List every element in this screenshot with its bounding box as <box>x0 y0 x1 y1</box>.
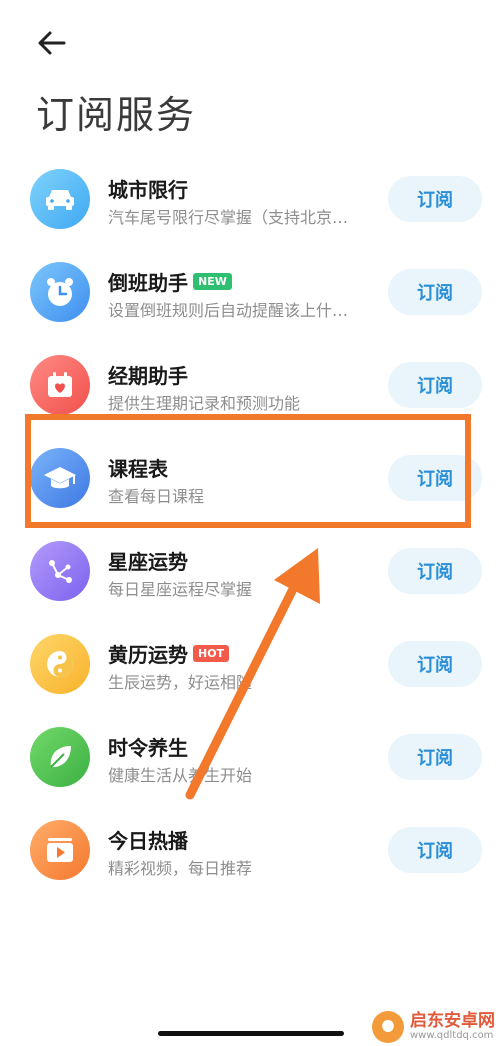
service-name: 课程表 <box>108 457 168 481</box>
service-description: 查看每日课程 <box>108 487 205 506</box>
alarm-clock-icon <box>30 262 90 322</box>
service-name: 时令养生 <box>108 736 188 760</box>
watermark: 启东安卓网 www.qdltdq.com <box>372 1007 500 1046</box>
service-description: 汽车尾号限行尽掌握（支持北京… <box>108 208 349 227</box>
leaf-icon <box>30 727 90 787</box>
back-button[interactable] <box>34 28 70 58</box>
subscribe-button[interactable]: 订阅 <box>388 455 482 501</box>
subscribe-button[interactable]: 订阅 <box>388 641 482 687</box>
service-description: 健康生活从养生开始 <box>108 766 253 785</box>
subscribe-button[interactable]: 订阅 <box>388 734 482 780</box>
service-description: 每日星座运程尽掌握 <box>108 580 253 599</box>
home-indicator[interactable] <box>158 1031 344 1036</box>
car-icon <box>30 169 90 229</box>
watermark-url: www.qdltdq.com <box>410 1030 494 1042</box>
arrow-left-icon <box>38 31 66 55</box>
subscribe-button[interactable]: 订阅 <box>388 548 482 594</box>
constellation-icon <box>30 541 90 601</box>
video-play-icon <box>30 820 90 880</box>
service-item-city-restriction[interactable]: 城市限行 汽车尾号限行尽掌握（支持北京… 订阅 <box>0 152 500 245</box>
service-description: 设置倒班规则后自动提醒该上什… <box>108 301 349 320</box>
watermark-name: 启东安卓网 <box>410 1010 495 1031</box>
watermark-logo-icon <box>372 1010 404 1043</box>
service-description: 生辰运势，好运相随 <box>108 673 253 692</box>
hot-badge: HOT <box>193 645 230 662</box>
service-name: 城市限行 <box>108 178 188 202</box>
service-name: 黄历运势 HOT <box>108 639 230 668</box>
service-item-timetable[interactable]: 课程表 查看每日课程 订阅 <box>0 431 500 524</box>
service-list: 城市限行 汽车尾号限行尽掌握（支持北京… 订阅 倒班助手 NEW 设置倒班规则后… <box>0 152 500 896</box>
service-item-trending-videos[interactable]: 今日热播 精彩视频，每日推荐 订阅 <box>0 803 500 896</box>
service-item-almanac[interactable]: 黄历运势 HOT 生辰运势，好运相随 订阅 <box>0 617 500 710</box>
subscribe-button[interactable]: 订阅 <box>388 176 482 222</box>
service-name: 经期助手 <box>108 364 188 388</box>
service-description: 精彩视频，每日推荐 <box>108 859 253 878</box>
service-description: 提供生理期记录和预测功能 <box>108 394 301 413</box>
yin-yang-icon <box>30 634 90 694</box>
subscribe-button[interactable]: 订阅 <box>388 362 482 408</box>
service-item-horoscope[interactable]: 星座运势 每日星座运程尽掌握 订阅 <box>0 524 500 617</box>
service-name: 星座运势 <box>108 550 188 574</box>
page-title: 订阅服务 <box>36 93 197 137</box>
service-item-seasonal-health[interactable]: 时令养生 健康生活从养生开始 订阅 <box>0 710 500 803</box>
subscribe-button[interactable]: 订阅 <box>388 269 482 315</box>
calendar-heart-icon <box>30 355 90 415</box>
subscribe-button[interactable]: 订阅 <box>388 827 482 873</box>
service-name: 倒班助手 NEW <box>108 267 232 296</box>
service-name: 今日热播 <box>108 829 188 853</box>
service-item-period-assistant[interactable]: 经期助手 提供生理期记录和预测功能 订阅 <box>0 338 500 431</box>
graduation-cap-icon <box>30 448 90 508</box>
new-badge: NEW <box>193 273 232 290</box>
service-item-shift-assistant[interactable]: 倒班助手 NEW 设置倒班规则后自动提醒该上什… 订阅 <box>0 245 500 338</box>
